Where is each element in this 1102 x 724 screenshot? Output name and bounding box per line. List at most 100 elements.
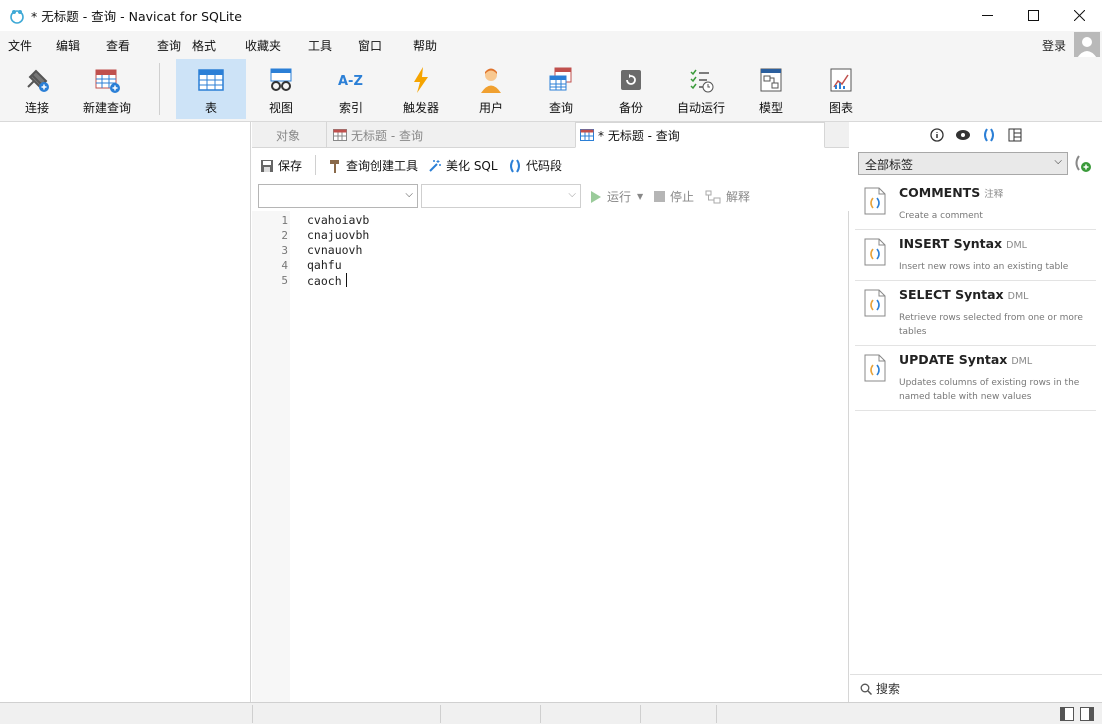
- menu-view[interactable]: 查看: [106, 37, 130, 54]
- code-line[interactable]: cvahoiavb: [307, 213, 369, 227]
- code-snippet-label: 代码段: [526, 159, 563, 173]
- snippet-parentheses-icon[interactable]: [981, 127, 997, 143]
- snippet-description: Insert new rows into an existing table: [899, 262, 1069, 272]
- run-label: 运行: [607, 190, 632, 204]
- minimize-button[interactable]: [964, 0, 1010, 31]
- chart-icon: [830, 68, 852, 92]
- snippet-title: UPDATE Syntax: [899, 352, 1008, 367]
- stop-label: 停止: [670, 190, 695, 204]
- menu-tools[interactable]: 工具: [308, 37, 332, 54]
- magic-wand-icon: [429, 159, 441, 172]
- snippet-item[interactable]: SELECT Syntax DML Retrieve rows selected …: [855, 281, 1096, 346]
- line-number: 2: [281, 229, 288, 242]
- snippet-item[interactable]: COMMENTS 注释 Create a comment: [855, 179, 1096, 230]
- query-builder-label: 查询创建工具: [346, 159, 419, 173]
- sql-editor[interactable]: 1 2 3 4 5 cvahoiavb cnajuovbh cvnauovh q…: [252, 211, 849, 702]
- connect-button[interactable]: 连接: [6, 59, 68, 119]
- save-button[interactable]: 保存: [260, 157, 302, 174]
- query-tab-icon: [580, 129, 594, 141]
- code-line[interactable]: cnajuovbh: [307, 228, 369, 242]
- snippet-file-icon: [864, 187, 886, 215]
- run-button[interactable]: 运行 ▼: [590, 188, 643, 205]
- beautify-sql-button[interactable]: 美化 SQL: [428, 157, 498, 174]
- maximize-icon: [1027, 10, 1039, 21]
- new-query-button[interactable]: 新建查询: [76, 59, 138, 119]
- code-snippet-button[interactable]: 代码段: [508, 157, 562, 174]
- tab-bar: 对象 无标题 - 查询 * 无标题 - 查询: [252, 122, 849, 148]
- status-divider: [252, 705, 253, 723]
- code-line[interactable]: qahfu: [307, 258, 342, 272]
- table-icon: [198, 69, 224, 91]
- menu-query[interactable]: 查询: [157, 37, 181, 54]
- view-button[interactable]: 视图: [250, 59, 312, 119]
- snippet-description: Create a comment: [899, 211, 983, 221]
- panel-right-toggle-icon[interactable]: [1080, 707, 1094, 721]
- index-button[interactable]: A-Z 索引: [320, 59, 382, 119]
- automation-button[interactable]: 自动运行: [670, 59, 732, 119]
- menu-file[interactable]: 文件: [8, 37, 32, 54]
- menu-favorites[interactable]: 收藏夹: [245, 37, 281, 54]
- view-label: 视图: [268, 101, 293, 115]
- snippet-tag: DML: [1007, 291, 1029, 302]
- login-link[interactable]: 登录: [1042, 37, 1066, 54]
- table-button[interactable]: 表: [176, 59, 246, 119]
- eye-preview-icon[interactable]: [955, 127, 971, 143]
- avatar[interactable]: [1074, 32, 1100, 58]
- title-bar: * 无标题 - 查询 - Navicat for SQLite: [0, 0, 1102, 31]
- menu-help[interactable]: 帮助: [413, 37, 437, 54]
- menu-format[interactable]: 格式: [192, 37, 216, 54]
- menu-bar: 文件 编辑 查看 查询 格式 收藏夹 工具 窗口 帮助 登录: [0, 31, 1102, 57]
- panel-left-toggle-icon[interactable]: [1060, 707, 1074, 721]
- stop-button[interactable]: 停止: [654, 188, 694, 205]
- user-button[interactable]: 用户: [460, 59, 522, 119]
- run-dropdown-icon[interactable]: ▼: [637, 192, 643, 201]
- tab-objects[interactable]: 对象: [252, 122, 324, 148]
- line-number-gutter: 1 2 3 4 5: [252, 211, 290, 702]
- model-diagram-icon: [760, 68, 782, 92]
- lightning-trigger-icon: [414, 67, 428, 93]
- backup-button[interactable]: 备份: [600, 59, 662, 119]
- user-avatar-icon: [1077, 37, 1097, 58]
- status-divider: [640, 705, 641, 723]
- snippet-title: INSERT Syntax: [899, 236, 1003, 251]
- snippet-search-input[interactable]: 搜索: [850, 674, 1102, 702]
- query-button[interactable]: 查询: [530, 59, 592, 119]
- tag-filter-select[interactable]: 全部标签 ⌵: [858, 152, 1068, 175]
- trigger-button[interactable]: 触发器: [390, 59, 452, 119]
- text-caret: [345, 273, 347, 287]
- snippet-name: SELECT Syntax DML: [899, 287, 1028, 302]
- menu-edit[interactable]: 编辑: [56, 37, 80, 54]
- template-grid-icon[interactable]: [1007, 127, 1023, 143]
- explain-button[interactable]: 解释: [705, 188, 750, 205]
- snippet-item[interactable]: UPDATE Syntax DML Updates columns of exis…: [855, 346, 1096, 411]
- database-select[interactable]: ⌵: [421, 184, 581, 208]
- chevron-down-icon: ⌵: [405, 189, 413, 200]
- query-builder-button[interactable]: 查询创建工具: [328, 157, 418, 174]
- close-button[interactable]: [1056, 0, 1102, 31]
- maximize-button[interactable]: [1010, 0, 1056, 31]
- snippet-item[interactable]: INSERT Syntax DML Insert new rows into an…: [855, 230, 1096, 281]
- code-line[interactable]: cvnauovh: [307, 243, 362, 257]
- menu-window[interactable]: 窗口: [358, 37, 382, 54]
- line-number: 1: [281, 214, 288, 227]
- explain-label: 解释: [726, 190, 751, 204]
- navicat-logo-icon: [10, 9, 24, 24]
- tab-query-1[interactable]: 无标题 - 查询: [326, 122, 574, 148]
- model-button[interactable]: 模型: [740, 59, 802, 119]
- add-snippet-icon[interactable]: [1072, 153, 1092, 173]
- info-icon[interactable]: [929, 127, 945, 143]
- beautify-sql-label: 美化 SQL: [446, 159, 498, 173]
- query-toolbar: 保存 查询创建工具 美化 SQL 代码段: [252, 149, 849, 180]
- chart-button[interactable]: 图表: [810, 59, 872, 119]
- tab-query-2[interactable]: * 无标题 - 查询: [575, 122, 825, 148]
- automation-checklist-icon: [690, 69, 714, 93]
- connection-select[interactable]: ⌵: [258, 184, 418, 208]
- close-icon: [1073, 10, 1085, 21]
- snippet-name: INSERT Syntax DML: [899, 236, 1027, 251]
- connection-tree-pane[interactable]: [0, 122, 251, 702]
- snippet-description: Updates columns of existing rows in the …: [899, 378, 1080, 402]
- minimize-icon: [981, 15, 993, 16]
- code-line-text: caoch: [307, 274, 342, 288]
- save-disk-icon: [261, 159, 273, 172]
- code-line-active[interactable]: caoch: [307, 273, 347, 288]
